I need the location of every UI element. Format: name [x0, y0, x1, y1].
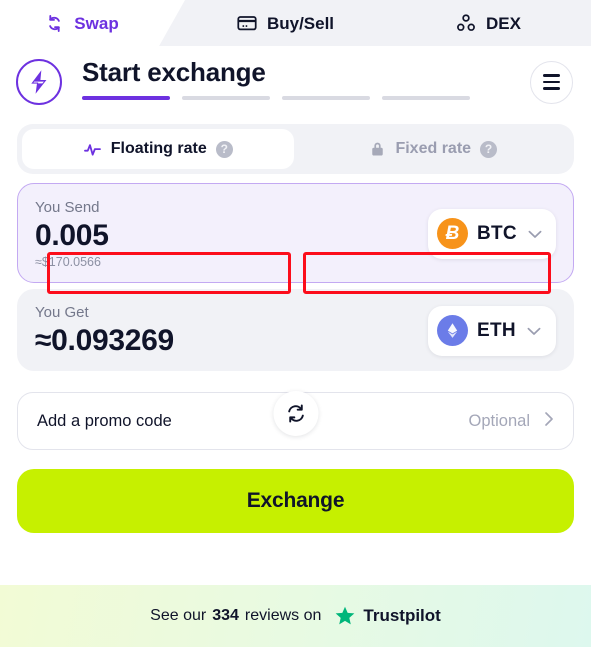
- floating-rate-help-icon[interactable]: ?: [215, 140, 233, 158]
- progress-step-2: [182, 95, 270, 100]
- you-get-box: You Get ≈0.093269 ETH: [17, 289, 574, 371]
- progress-step-3: [282, 95, 370, 100]
- chevron-down-icon: [527, 323, 541, 339]
- you-send-label: You Send: [35, 199, 100, 216]
- exchange-widget: Swap Buy/Sell DEX Start exchange Floatin…: [0, 0, 591, 647]
- floating-rate-tab[interactable]: Floating rate ?: [22, 129, 294, 169]
- chevron-right-icon: [544, 411, 554, 432]
- fixed-rate-tab[interactable]: Fixed rate ?: [298, 129, 570, 169]
- get-currency-selector[interactable]: ETH: [428, 305, 556, 356]
- trustpilot-star-icon: [334, 605, 356, 627]
- credit-card-icon: [236, 12, 258, 34]
- floating-rate-label: Floating rate: [110, 140, 207, 157]
- promo-code-label: Add a promo code: [37, 411, 172, 430]
- lock-icon: [369, 140, 386, 158]
- swap-vertical-icon: [44, 13, 65, 34]
- hamburger-menu-icon: [543, 74, 560, 90]
- you-get-amount[interactable]: ≈0.093269: [35, 324, 428, 359]
- tab-dex-label: DEX: [486, 13, 521, 33]
- tab-swap[interactable]: Swap: [0, 0, 185, 46]
- lightning-bolt-logo: [16, 59, 62, 105]
- progress-steps: [82, 95, 530, 100]
- you-send-fiat-value: ≈$170.0566: [35, 255, 101, 269]
- chevron-down-icon: [528, 226, 542, 242]
- trustpilot-review-count: 334: [212, 607, 239, 624]
- progress-step-4: [382, 95, 470, 100]
- you-send-amount[interactable]: 0.005: [35, 219, 428, 254]
- tab-buy-sell-label: Buy/Sell: [266, 13, 335, 33]
- fixed-rate-help-icon[interactable]: ?: [480, 140, 498, 158]
- swap-direction-button[interactable]: [273, 391, 318, 436]
- rate-type-switch: Floating rate ? Fixed rate ?: [17, 124, 574, 174]
- bitcoin-icon: Ƀ: [437, 218, 468, 249]
- get-currency-ticker: ETH: [477, 319, 516, 341]
- exchange-button[interactable]: Exchange: [17, 469, 574, 533]
- top-tab-bar: Swap Buy/Sell DEX: [0, 0, 591, 46]
- fixed-rate-label: Fixed rate: [395, 140, 472, 157]
- header-title-block: Start exchange: [82, 46, 530, 100]
- trustpilot-brand-label: Trustpilot: [363, 606, 441, 625]
- tab-dex[interactable]: DEX: [385, 0, 591, 46]
- ethereum-icon: [437, 315, 468, 346]
- trustpilot-footer[interactable]: See our 334 reviews on Trustpilot: [0, 585, 591, 647]
- send-currency-selector[interactable]: Ƀ BTC: [428, 208, 556, 259]
- tab-swap-label: Swap: [74, 13, 119, 33]
- page-title: Start exchange: [82, 57, 266, 87]
- dex-nodes-icon: [455, 12, 477, 34]
- trustpilot-middle-text: reviews on: [244, 607, 322, 624]
- you-get-values: You Get ≈0.093269: [35, 303, 428, 358]
- trustpilot-prefix: See our: [150, 607, 207, 624]
- widget-header: Start exchange: [0, 46, 591, 118]
- progress-step-1: [82, 95, 170, 100]
- you-send-box: You Send 0.005 ≈$170.0566 Ƀ BTC: [17, 183, 574, 283]
- send-currency-ticker: BTC: [477, 222, 517, 244]
- swap-refresh-icon: [285, 403, 306, 424]
- you-get-label: You Get: [35, 304, 89, 321]
- you-send-values: You Send 0.005 ≈$170.0566: [35, 198, 428, 269]
- tab-buy-sell[interactable]: Buy/Sell: [185, 0, 385, 46]
- pulse-wave-icon: [83, 140, 102, 159]
- promo-code-optional: Optional: [468, 411, 530, 430]
- hamburger-menu-button[interactable]: [530, 60, 573, 104]
- widget-body: Floating rate ? Fixed rate ? You Send 0.…: [0, 118, 591, 533]
